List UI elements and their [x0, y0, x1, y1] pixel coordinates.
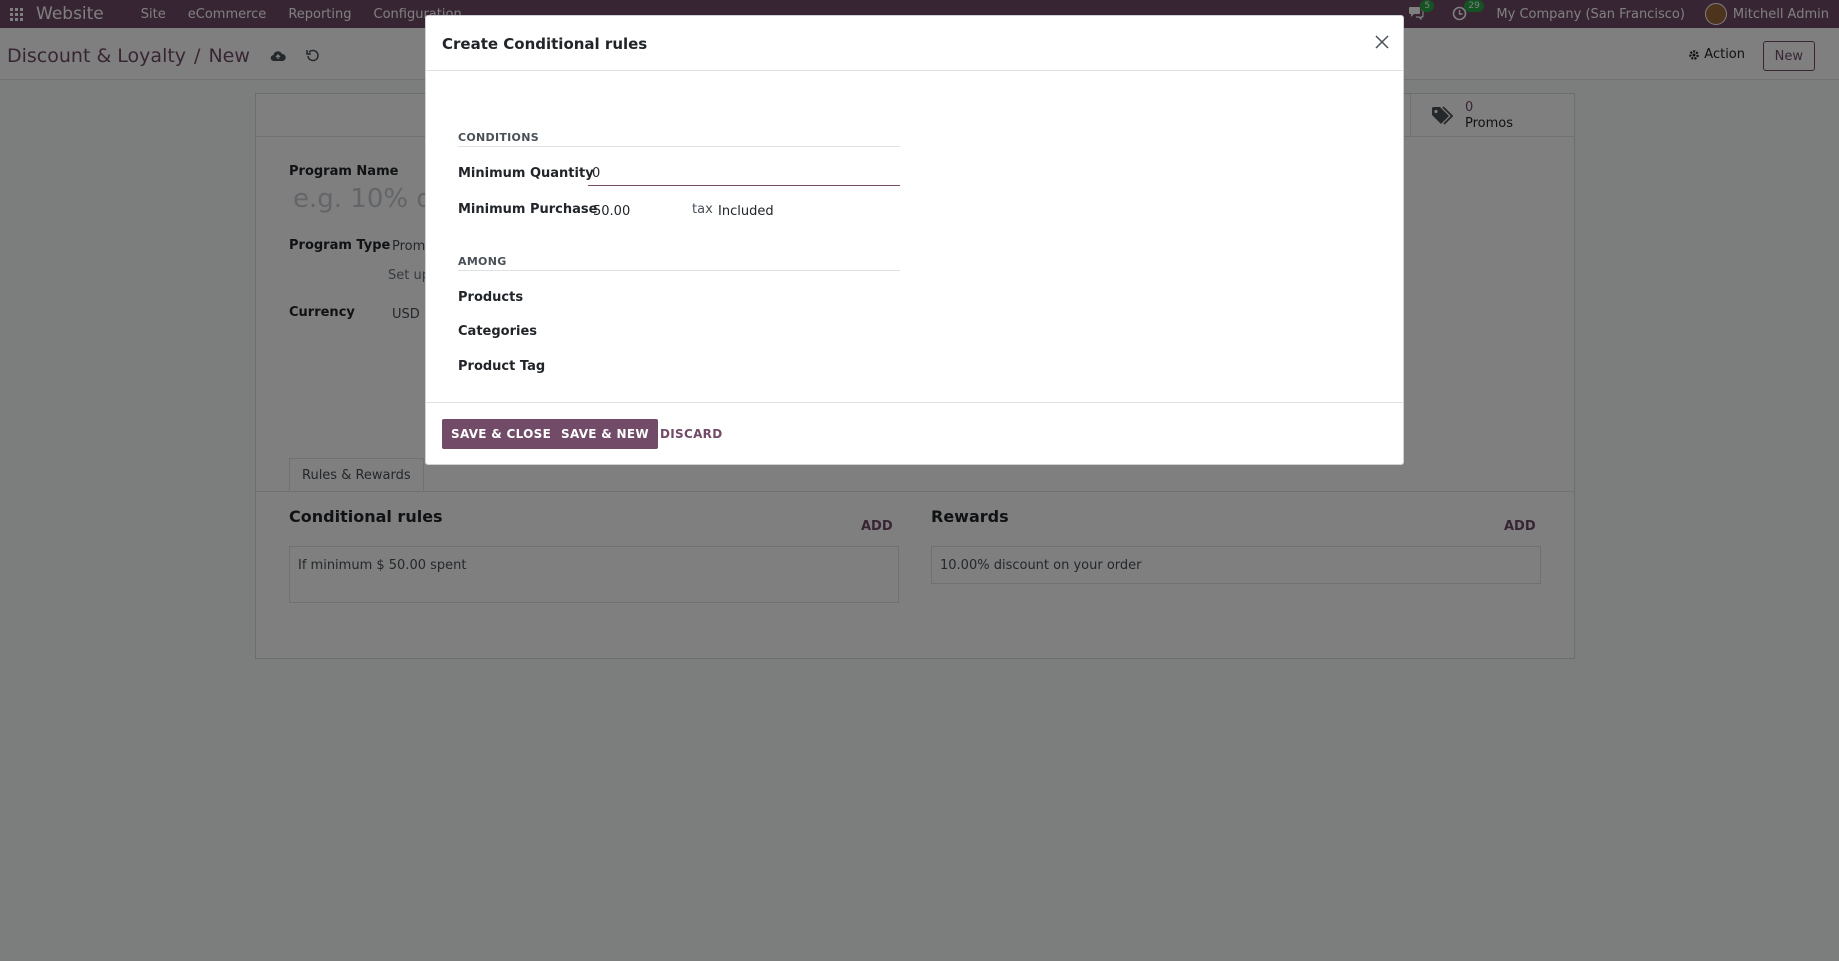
conditions-divider — [458, 146, 900, 147]
dialog-title: Create Conditional rules — [442, 35, 648, 53]
minimum-quantity-input[interactable] — [588, 162, 900, 186]
save-close-button[interactable]: SAVE & CLOSE — [442, 419, 561, 449]
products-label: Products — [458, 290, 524, 305]
close-icon[interactable] — [1373, 33, 1391, 51]
tax-label: tax — [692, 202, 713, 217]
minimum-quantity-label: Minimum Quantity — [458, 166, 594, 181]
dialog-header: Create Conditional rules — [426, 16, 1403, 71]
categories-label: Categories — [458, 324, 538, 339]
minimum-purchase-label: Minimum Purchase — [458, 202, 598, 217]
product-tag-label: Product Tag — [458, 359, 546, 374]
minimum-purchase-input[interactable]: 50.00 — [593, 204, 630, 219]
among-divider — [458, 270, 900, 271]
discard-button[interactable]: DISCARD — [651, 419, 731, 449]
conditions-group-title: CONDITIONS — [458, 131, 539, 144]
create-conditional-rules-dialog: Create Conditional rules CONDITIONS Mini… — [425, 15, 1404, 465]
tax-mode-select[interactable]: Included — [718, 204, 774, 219]
dialog-footer: SAVE & CLOSE SAVE & NEW DISCARD — [426, 402, 1403, 464]
save-new-button[interactable]: SAVE & NEW — [552, 419, 658, 449]
among-group-title: AMONG — [458, 255, 507, 268]
dialog-body: CONDITIONS Minimum Quantity Minimum Purc… — [426, 72, 1403, 402]
